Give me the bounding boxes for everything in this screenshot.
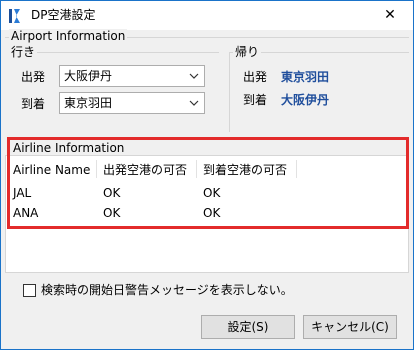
return-departure-label: 出発 [243, 70, 268, 84]
arrival-airport-value: 東京羽田 [64, 96, 113, 110]
departure-airport-select[interactable]: 大阪伊丹 [59, 65, 205, 87]
highlight-frame [7, 137, 409, 229]
return-group [229, 52, 409, 132]
chevron-down-icon [189, 73, 199, 79]
ok-button[interactable]: 設定(S) [201, 315, 295, 339]
return-departure-value: 東京羽田 [281, 70, 330, 84]
arrival-airport-select[interactable]: 東京羽田 [59, 92, 205, 114]
title-bar: DP空港設定 ✕ [1, 1, 413, 30]
return-arrival-label: 到着 [243, 93, 268, 107]
cancel-button[interactable]: キャンセル(C) [303, 315, 397, 339]
return-arrival-value: 大阪伊丹 [281, 93, 330, 107]
close-icon: ✕ [384, 7, 396, 23]
dialog-window: DP空港設定 ✕ Airport Information 行き 出発 大阪伊丹 … [0, 0, 414, 350]
app-icon [9, 9, 20, 23]
suppress-warning-label[interactable]: 検索時の開始日警告メッセージを表示しない。 [41, 283, 293, 297]
chevron-down-icon [189, 100, 199, 106]
return-label: 帰り [233, 45, 262, 59]
outbound-arrival-label: 到着 [21, 97, 46, 111]
outbound-label: 行き [9, 45, 38, 59]
airport-info-label: Airport Information [9, 29, 128, 43]
suppress-warning-checkbox[interactable] [23, 284, 36, 297]
close-button[interactable]: ✕ [367, 1, 413, 30]
outbound-departure-label: 出発 [21, 70, 46, 84]
departure-airport-value: 大阪伊丹 [64, 69, 113, 83]
window-title: DP空港設定 [31, 8, 96, 22]
